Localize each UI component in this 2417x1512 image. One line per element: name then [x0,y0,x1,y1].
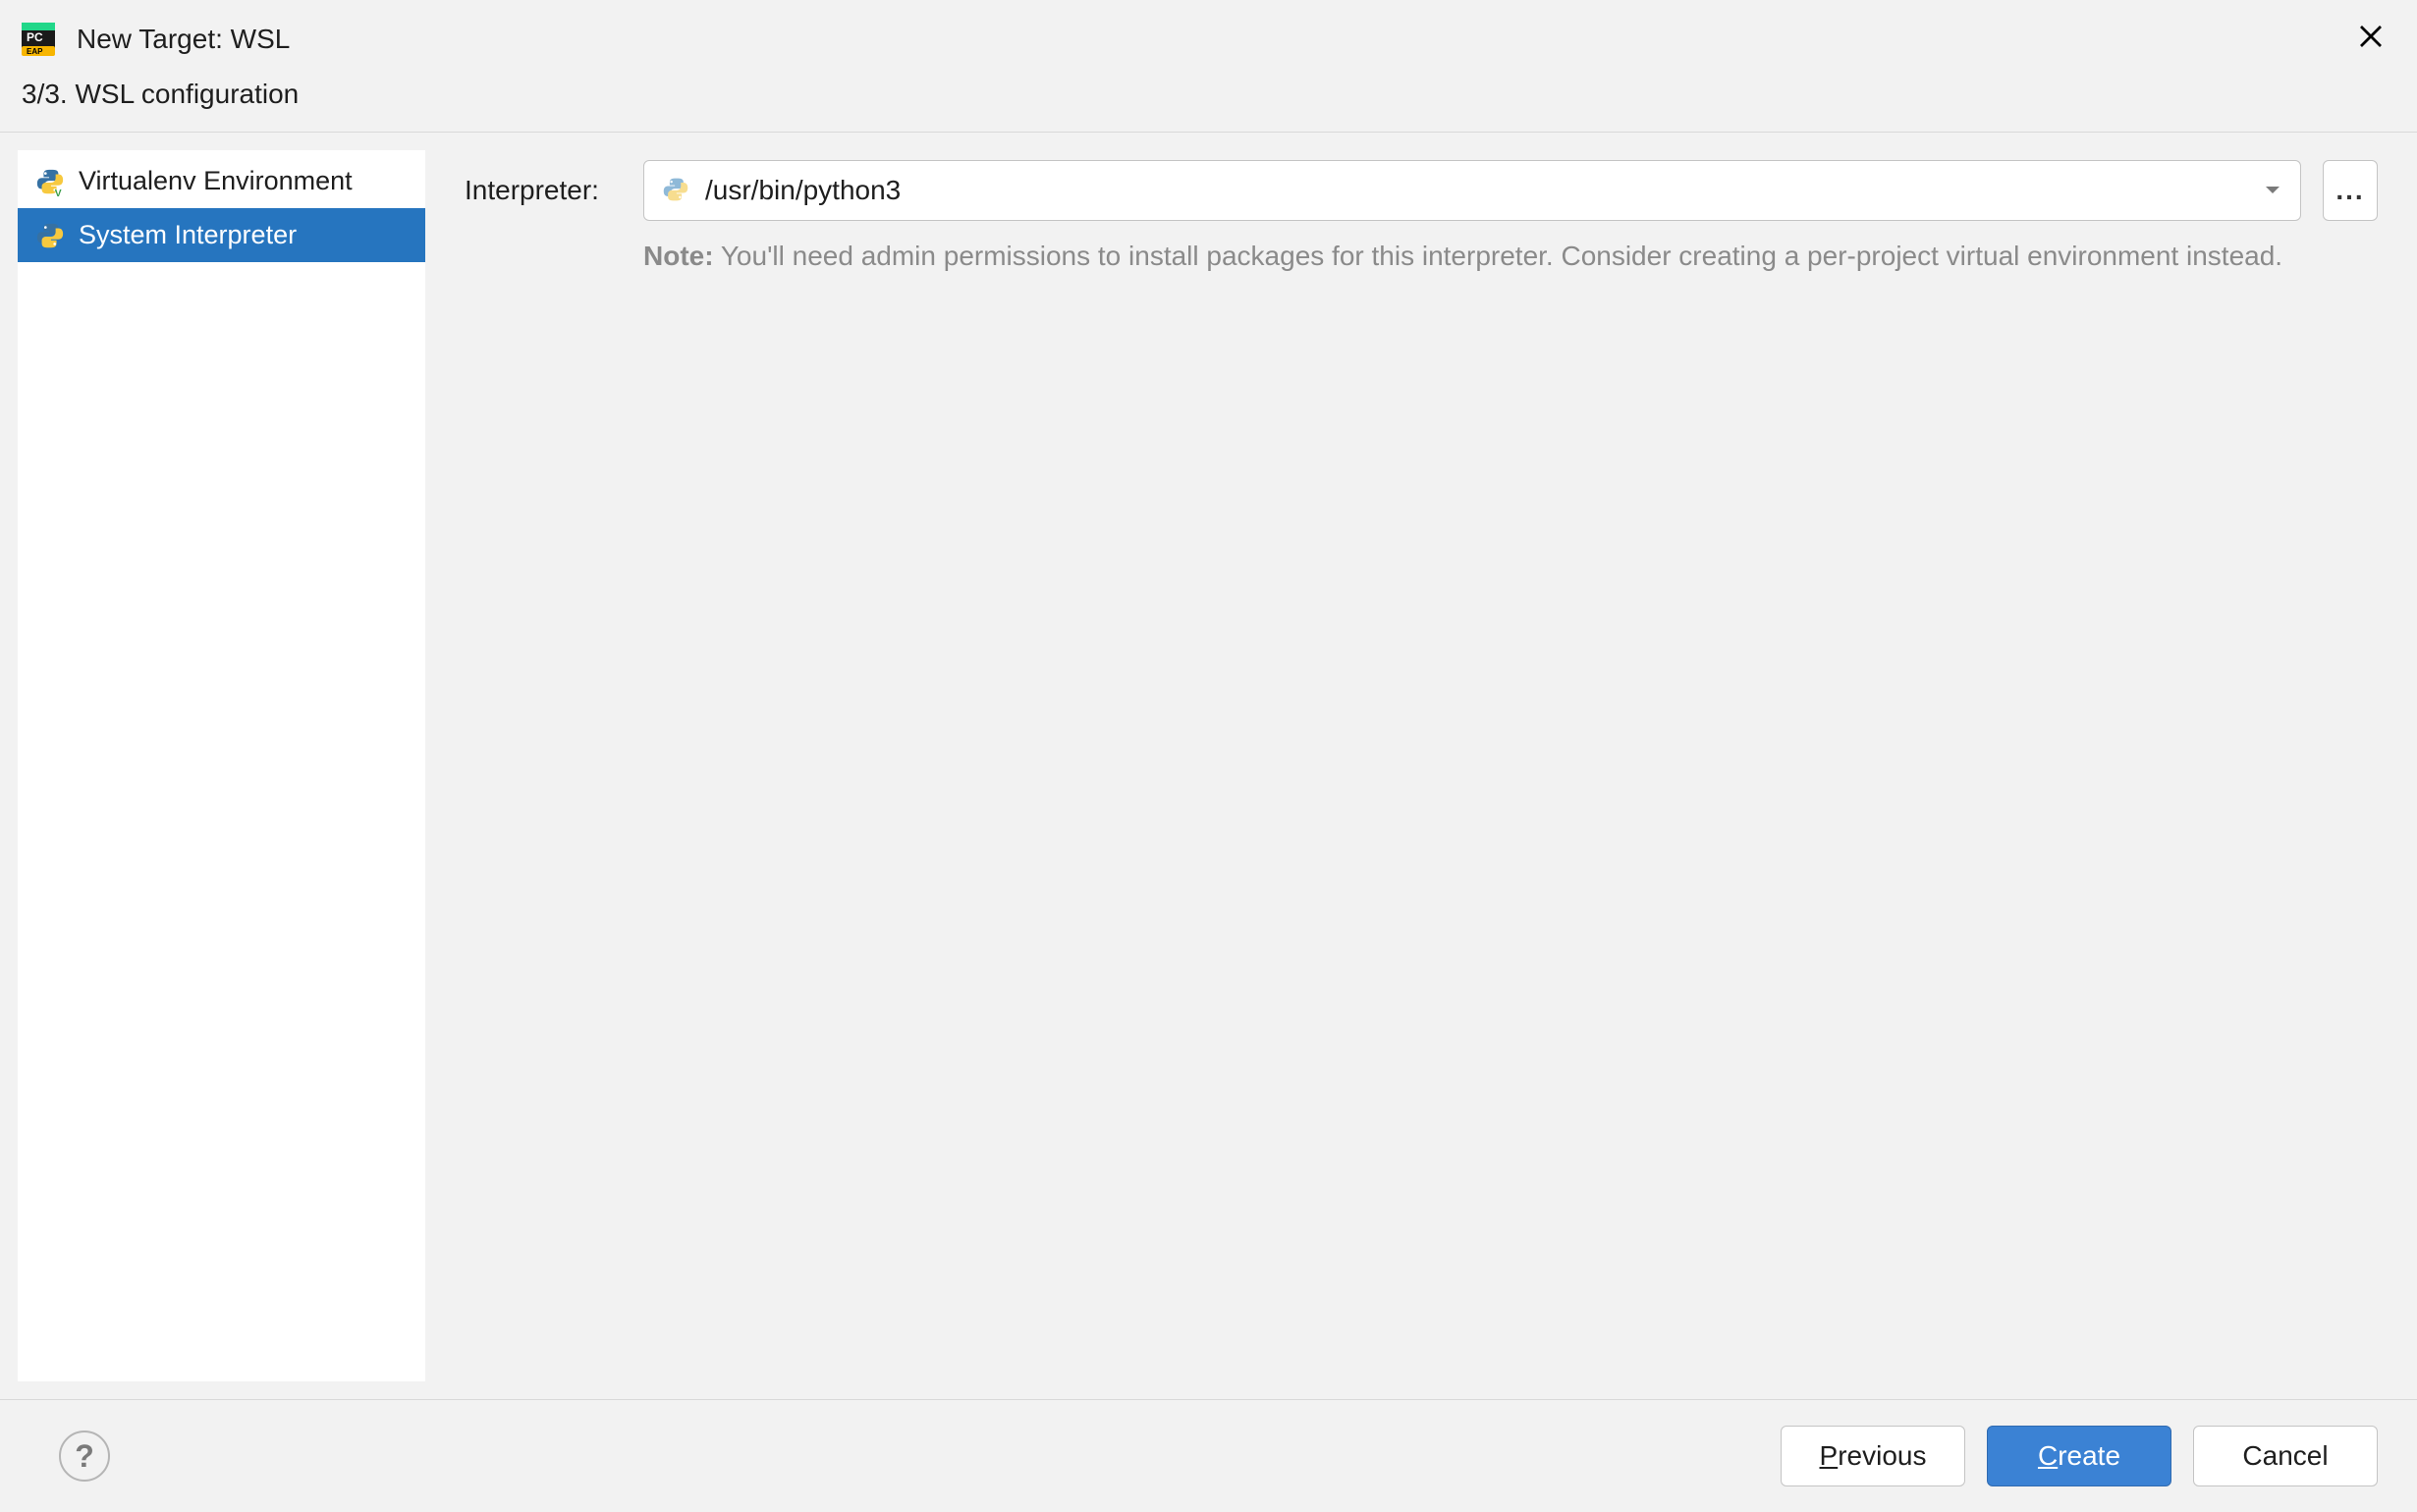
help-icon: ? [75,1438,94,1475]
environment-type-sidebar: V Virtualenv Environment System Interpre… [18,150,425,1381]
sidebar-item-virtualenv[interactable]: V Virtualenv Environment [18,154,425,208]
interpreter-row: Interpreter: /usr/bin/python3 ... [465,160,2378,221]
note-text: You'll need admin permissions to install… [714,241,2283,271]
sidebar-item-label: System Interpreter [79,220,297,250]
create-button[interactable]: Create [1987,1426,2171,1486]
dialog-footer: ? Previous Create Cancel [0,1399,2417,1512]
window-title: New Target: WSL [77,24,2346,55]
help-button[interactable]: ? [59,1431,110,1482]
content-panel: Interpreter: /usr/bin/python3 ... [425,133,2417,1399]
chevron-down-icon [2263,175,2282,206]
close-icon[interactable] [2346,16,2395,63]
ellipsis-icon: ... [2335,175,2364,206]
interpreter-label: Interpreter: [465,175,622,206]
previous-button[interactable]: Previous [1781,1426,1965,1486]
dialog-body: V Virtualenv Environment System Interpre… [0,133,2417,1399]
pycharm-eap-icon: PC EAP [22,23,55,56]
sidebar-item-label: Virtualenv Environment [79,166,353,196]
note-prefix: Note: [643,241,714,271]
permissions-note: Note: You'll need admin permissions to i… [465,241,2378,272]
svg-text:EAP: EAP [27,47,43,56]
sidebar-item-system-interpreter[interactable]: System Interpreter [18,208,425,262]
cancel-button[interactable]: Cancel [2193,1426,2378,1486]
browse-button[interactable]: ... [2323,160,2378,221]
svg-text:PC: PC [27,30,43,44]
interpreter-value: /usr/bin/python3 [705,175,2249,206]
interpreter-combobox[interactable]: /usr/bin/python3 [643,160,2301,221]
python-icon [35,221,65,250]
python-icon: V [35,167,65,196]
titlebar: PC EAP New Target: WSL [0,0,2417,73]
svg-text:V: V [55,189,62,196]
step-subtitle: 3/3. WSL configuration [0,73,2417,132]
python-icon [662,176,691,205]
